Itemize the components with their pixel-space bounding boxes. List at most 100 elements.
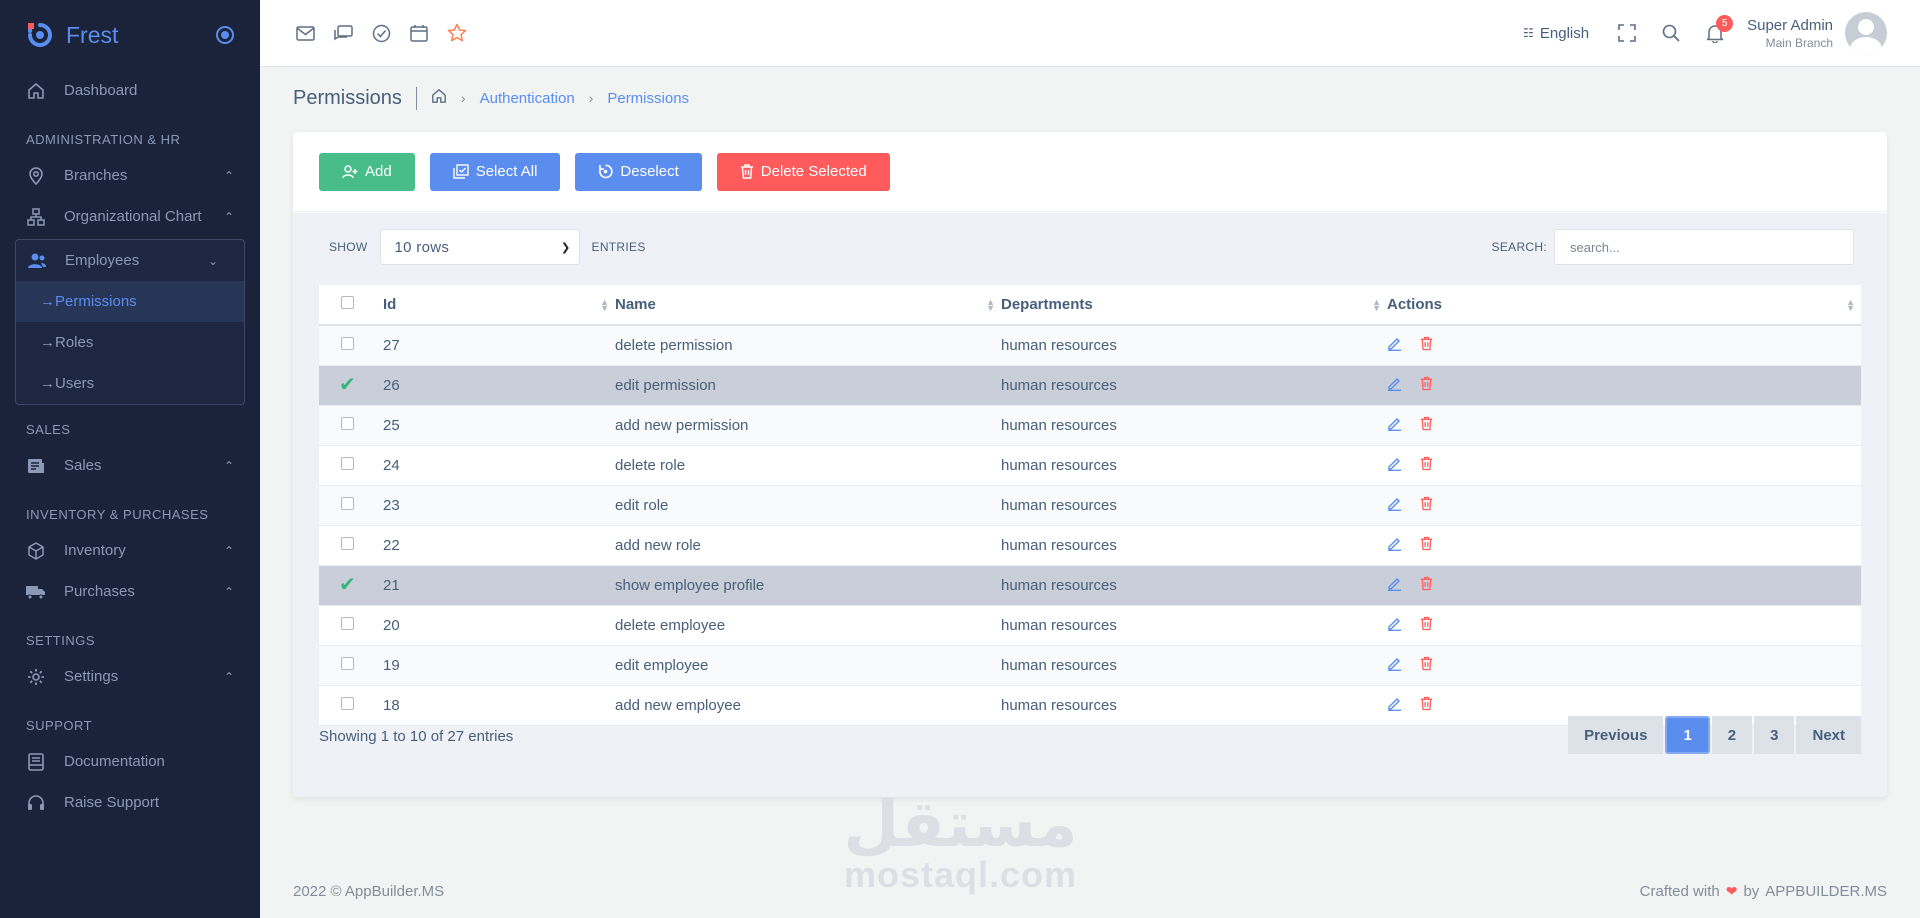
select-all-checkbox[interactable]: [341, 296, 354, 309]
column-header-id[interactable]: Id ▲ ▼: [383, 285, 615, 325]
row-checkbox[interactable]: [341, 416, 354, 430]
row-checkbox[interactable]: [341, 336, 354, 350]
rows-per-page-select[interactable]: 10 rows ❯: [379, 229, 580, 265]
trash-icon[interactable]: [1420, 536, 1433, 555]
chat-icon[interactable]: [333, 23, 353, 43]
trash-icon[interactable]: [1420, 376, 1433, 395]
select-all-button[interactable]: Select All: [429, 152, 561, 191]
cell-name: edit permission: [615, 376, 716, 394]
brand: Frest: [0, 0, 260, 70]
cell-name: edit role: [615, 496, 669, 514]
pagination-page-3[interactable]: 3: [1754, 716, 1795, 754]
pagination-page-1[interactable]: 1: [1665, 716, 1710, 754]
sidebar-item-org-chart[interactable]: Organizational Chart ⌃: [0, 196, 260, 237]
sidebar-item-inventory[interactable]: Inventory ⌃: [0, 530, 260, 571]
trash-icon[interactable]: [1420, 656, 1433, 675]
table-row[interactable]: ✔ 21 show employee profile human resources: [319, 565, 1861, 605]
pagination-page-2[interactable]: 2: [1711, 716, 1753, 754]
sales-icon: [26, 456, 46, 476]
mail-icon[interactable]: [295, 23, 315, 43]
search-icon[interactable]: [1661, 23, 1681, 43]
checkmark-icon[interactable]: ✔: [339, 374, 356, 396]
trash-icon[interactable]: [1420, 456, 1433, 475]
avatar[interactable]: [1845, 12, 1887, 54]
trash-icon[interactable]: [1420, 336, 1433, 355]
sidebar-item-branches[interactable]: Branches ⌃: [0, 155, 260, 196]
language-label: English: [1539, 24, 1590, 42]
row-checkbox[interactable]: [341, 536, 354, 550]
language-switcher[interactable]: ☷ English: [1523, 25, 1589, 42]
sidebar-item-purchases[interactable]: Purchases ⌃: [0, 571, 260, 612]
truck-icon: [26, 582, 46, 602]
row-checkbox[interactable]: [341, 656, 354, 670]
user-info[interactable]: Super Admin Main Branch: [1747, 17, 1833, 50]
check-circle-icon[interactable]: [371, 23, 391, 43]
sidebar-item-settings[interactable]: Settings ⌃: [0, 656, 260, 697]
table-row[interactable]: 23 edit role human resources: [319, 485, 1861, 525]
edit-icon[interactable]: [1387, 616, 1402, 635]
pagination-previous[interactable]: Previous: [1568, 716, 1664, 754]
trash-icon[interactable]: [1420, 496, 1433, 515]
search-input[interactable]: [1554, 229, 1854, 265]
add-button[interactable]: Add: [319, 152, 415, 191]
table-row[interactable]: 19 edit employee human resources: [319, 645, 1861, 685]
sidebar-item-dashboard[interactable]: Dashboard: [0, 70, 260, 111]
edit-icon[interactable]: [1387, 336, 1402, 355]
sidebar-item-documentation[interactable]: Documentation: [0, 741, 260, 782]
home-icon[interactable]: [431, 88, 447, 108]
pagination-next[interactable]: Next: [1796, 716, 1861, 754]
sidebar-subitem-roles[interactable]: → Roles: [16, 322, 244, 363]
row-checkbox[interactable]: [341, 496, 354, 510]
cell-name: delete role: [615, 456, 686, 474]
table-row[interactable]: 20 delete employee human resources: [319, 605, 1861, 645]
breadcrumb-link-authentication[interactable]: Authentication: [480, 90, 575, 107]
table-header-row: Id ▲ ▼ Name ▲ ▼ Departments ▲ ▼ Actions ▲ ▼: [319, 285, 1861, 325]
sidebar-toggle-icon[interactable]: [216, 26, 234, 44]
bell-icon[interactable]: 5: [1705, 15, 1734, 43]
table-row[interactable]: ✔ 26 edit permission human resources: [319, 365, 1861, 405]
sidebar-item-employees[interactable]: Employees ⌄: [16, 240, 244, 281]
calendar-icon[interactable]: [409, 23, 429, 43]
table-row[interactable]: 25 add new permission human resources: [319, 405, 1861, 445]
edit-icon[interactable]: [1387, 416, 1402, 435]
row-checkbox[interactable]: [341, 696, 354, 710]
breadcrumb-current[interactable]: Permissions: [607, 90, 689, 107]
trash-icon[interactable]: [1420, 416, 1433, 435]
checkmark-icon[interactable]: ✔: [339, 574, 356, 596]
fullscreen-icon[interactable]: [1617, 23, 1637, 43]
edit-icon[interactable]: [1387, 456, 1402, 475]
sidebar-item-raise-support[interactable]: Raise Support: [0, 782, 260, 823]
sort-icon: ▲ ▼: [1846, 297, 1855, 313]
column-header-name[interactable]: Name ▲ ▼: [615, 285, 1001, 325]
table-row[interactable]: 22 add new role human resources: [319, 525, 1861, 565]
sort-icon: ▲ ▼: [600, 297, 609, 313]
delete-selected-button[interactable]: Delete Selected: [716, 152, 890, 191]
brand-name[interactable]: Frest: [66, 22, 118, 49]
footer-company-link[interactable]: APPBUILDER.MS: [1765, 883, 1887, 900]
table-row[interactable]: 27 delete permission human resources: [319, 325, 1861, 365]
star-icon[interactable]: [447, 23, 467, 43]
table-row[interactable]: 24 delete role human resources: [319, 445, 1861, 485]
chevron-down-icon: ❯: [561, 242, 571, 254]
column-header-departments[interactable]: Departments ▲ ▼: [1001, 285, 1387, 325]
cell-actions: [1387, 365, 1861, 405]
column-header-actions[interactable]: Actions ▲ ▼: [1387, 285, 1861, 325]
cell-actions: [1387, 405, 1861, 445]
row-checkbox[interactable]: [341, 616, 354, 630]
trash-icon[interactable]: [1420, 616, 1433, 635]
edit-icon[interactable]: [1387, 656, 1402, 675]
edit-icon[interactable]: [1387, 696, 1402, 715]
trash-icon[interactable]: [1420, 696, 1433, 715]
row-checkbox[interactable]: [341, 456, 354, 470]
edit-icon[interactable]: [1387, 496, 1402, 515]
trash-icon[interactable]: [1420, 576, 1433, 595]
edit-icon[interactable]: [1387, 576, 1402, 595]
cell-id: 19: [383, 656, 400, 674]
edit-icon[interactable]: [1387, 536, 1402, 555]
deselect-button[interactable]: Deselect: [575, 152, 702, 191]
frest-logo-icon[interactable]: [26, 21, 54, 49]
edit-icon[interactable]: [1387, 376, 1402, 395]
sidebar-subitem-users[interactable]: → Users: [16, 363, 244, 404]
sidebar-item-sales[interactable]: Sales ⌃: [0, 445, 260, 486]
sidebar-subitem-permissions[interactable]: → Permissions: [16, 281, 244, 322]
